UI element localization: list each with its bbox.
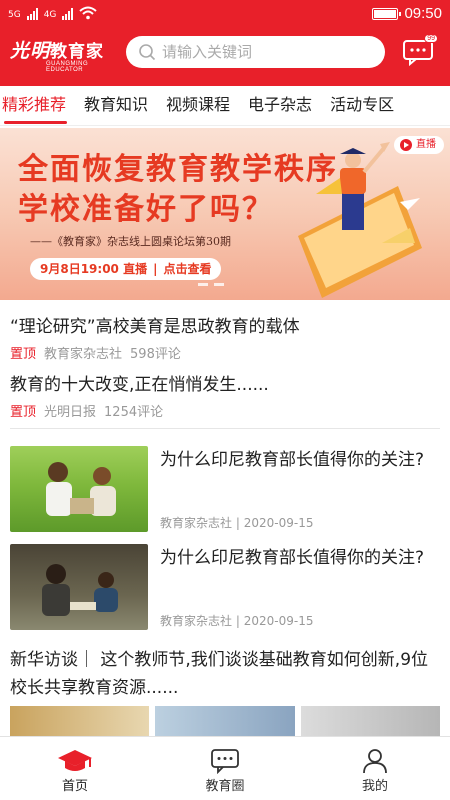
article-title: 为什么印尼教育部长值得你的关注? [160,450,425,470]
banner-live-time: 9月8日19:00 直播 [40,262,148,276]
article-meta: 置顶 光明日报 1254评论 [10,401,440,420]
pinned-badge: 置顶 [10,347,37,362]
article-thumbnail [155,706,295,736]
pinned-badge: 置顶 [10,405,37,420]
user-icon [363,749,387,774]
nav-home[interactable]: 首页 [0,737,150,800]
article-date: 2020-09-15 [243,516,314,530]
banner-pager [198,283,224,286]
banner-live-pill[interactable]: 9月8日19:00 直播 | 点击查看 [30,258,222,280]
banner-live-sep: | [153,262,158,276]
category-tabs: 精彩推荐 教育知识 视频课程 电子杂志 活动专区 [0,86,450,126]
article-title: 为什么印尼教育部长值得你的关注? [160,548,425,568]
search-icon [139,44,156,61]
brand-logo[interactable]: 光明教育家 GUANGMING EDUCATOR [10,36,120,73]
nav-profile[interactable]: 我的 [300,737,450,800]
list-item[interactable]: 教育的十大改变,正在悄悄发生...... 置顶 光明日报 1254评论 [10,370,440,420]
search-input[interactable] [162,43,362,61]
meta-separator: | [235,516,240,530]
banner-illustration [298,142,422,298]
article-meta: 教育家杂志社 | 2020-09-15 [160,612,313,629]
article-date: 2020-09-15 [243,614,314,628]
signal-group: 5G 4G [8,6,98,20]
article-source: 教育家杂志社 [44,347,123,362]
tab-events[interactable]: 活动专区 [321,86,403,126]
article-comments: 598评论 [130,347,181,362]
article-title[interactable]: 新华访谈｜ 这个教师节,我们谈谈基础教育如何创新,9位校长共享教育资源.....… [10,646,440,702]
logo-text: 光明教育家 [10,40,105,62]
nav-profile-label: 我的 [361,779,388,794]
logo-subtitle: GUANGMING EDUCATOR [46,61,89,73]
network-5g-label: 5G [8,10,21,20]
search-bar[interactable] [126,36,385,68]
article-source: 教育家杂志社 [160,614,233,628]
banner-subtitle: ——《教育家》杂志线上圆桌论坛第30期 [30,235,231,248]
message-badge: 99 [424,34,438,43]
signal-icon-2 [62,8,74,20]
clock: 09:50 [404,5,442,22]
article-title: “理论研究”高校美育是思政教育的载体 [10,317,300,337]
battery-icon [372,7,402,20]
article-image-strip[interactable] [10,706,440,736]
nav-circle[interactable]: 教育圈 [150,737,300,800]
network-4g-label: 4G [43,10,57,20]
banner-headline-2: 学校准备好了吗？ [18,192,274,227]
status-right: 09:50 [372,5,442,22]
article-thumbnail [10,706,150,736]
signal-icon [26,8,38,20]
tab-recommended[interactable]: 精彩推荐 [0,86,75,126]
banner-live-action: 点击查看 [163,262,212,276]
bottom-nav: 首页 教育圈 我的 [0,736,450,800]
nav-circle-label: 教育圈 [205,779,245,794]
status-bar: 5G 4G 09:50 [0,0,450,30]
divider [10,428,440,429]
article-comments: 1254评论 [104,405,164,420]
article-title: 教育的十大改变,正在悄悄发生...... [10,375,269,395]
article-meta: 教育家杂志社 | 2020-09-15 [160,514,313,531]
article-source: 光明日报 [44,405,97,420]
nav-home-label: 首页 [61,779,88,794]
tab-video-courses[interactable]: 视频课程 [157,86,239,126]
article-thumbnail [10,446,148,532]
meta-separator: | [235,614,240,628]
article-source: 教育家杂志社 [160,516,233,530]
tab-knowledge[interactable]: 教育知识 [75,86,157,126]
tab-e-magazine[interactable]: 电子杂志 [239,86,321,126]
chat-bubble-icon [211,749,239,774]
list-item[interactable]: 为什么印尼教育部长值得你的关注? 教育家杂志社 | 2020-09-15 [10,544,440,632]
wifi-icon [79,6,98,20]
article-thumbnail [10,544,148,630]
app-header: 5G 4G 09:50 光明教育家 GUANGMING EDUCATOR 99 [0,0,450,86]
hero-banner[interactable]: 全面恢复教育教学秩序 学校准备好了吗？ ——《教育家》杂志线上圆桌论坛第30期 … [0,128,450,300]
article-thumbnail [300,706,440,736]
graduation-cap-icon [58,750,92,771]
list-item[interactable]: 为什么印尼教育部长值得你的关注? 教育家杂志社 | 2020-09-15 [10,446,440,534]
list-item[interactable]: “理论研究”高校美育是思政教育的载体 置顶 教育家杂志社 598评论 [10,312,440,362]
article-meta: 置顶 教育家杂志社 598评论 [10,343,440,362]
message-button[interactable]: 99 [402,34,438,67]
